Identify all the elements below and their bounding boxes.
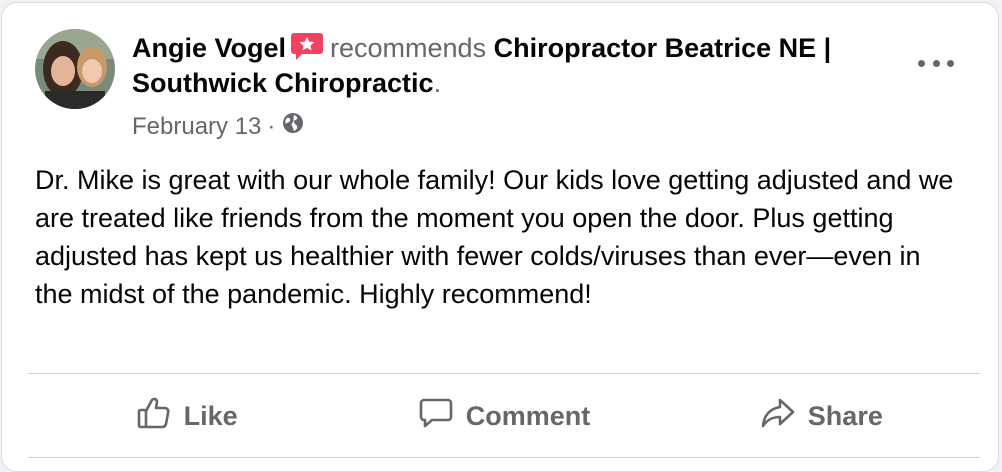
- more-options-icon[interactable]: [918, 53, 954, 73]
- comment-label: Comment: [465, 400, 591, 431]
- share-button[interactable]: Share: [663, 383, 980, 449]
- meta-separator: ·: [267, 112, 276, 140]
- post-date[interactable]: February 13: [132, 113, 261, 141]
- author-name[interactable]: Angie Vogel: [132, 33, 286, 63]
- avatar-photo: [35, 29, 115, 109]
- post-header: Angie Vogel recommends Chiropractor Beat…: [132, 31, 892, 101]
- post-meta: February 13 ·: [132, 111, 305, 142]
- comment-icon: [418, 395, 454, 438]
- comment-button[interactable]: Comment: [345, 383, 662, 449]
- like-label: Like: [183, 400, 238, 431]
- divider: [28, 457, 980, 458]
- period: .: [433, 68, 442, 98]
- post-card: Angie Vogel recommends Chiropractor Beat…: [1, 2, 999, 472]
- globe-icon[interactable]: [281, 111, 305, 142]
- recommendation-star-icon: [290, 31, 324, 61]
- post-body: Dr. Mike is great with our whole family!…: [35, 165, 954, 309]
- like-button[interactable]: Like: [28, 383, 345, 449]
- divider: [28, 373, 980, 374]
- avatar[interactable]: [35, 29, 115, 109]
- dot: [947, 59, 954, 67]
- dot: [918, 59, 925, 67]
- like-icon: [136, 395, 172, 438]
- share-icon: [760, 395, 796, 438]
- recommends-text: recommends: [330, 33, 487, 63]
- action-bar: Like Comment Share: [28, 383, 980, 449]
- dot: [932, 59, 940, 67]
- share-label: Share: [807, 400, 883, 431]
